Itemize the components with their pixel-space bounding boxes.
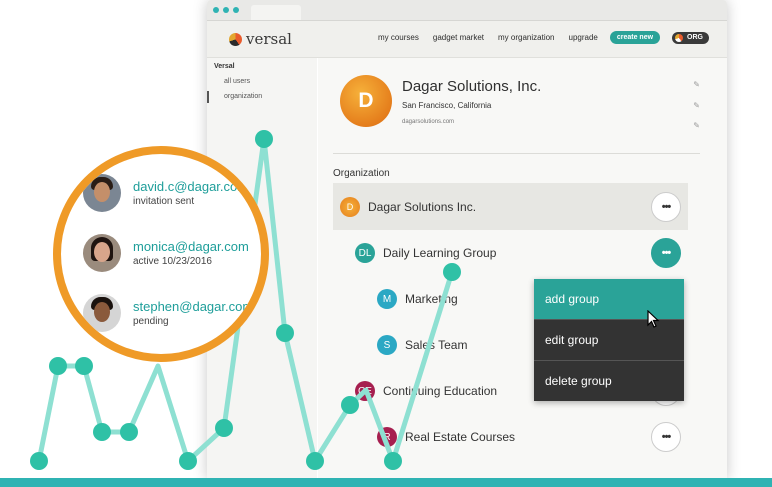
chart-point [276,324,294,342]
chart-point [384,452,402,470]
user-status: pending [133,316,169,327]
bottom-accent-bar [0,478,772,487]
user-email: monica@dagar.com [133,239,249,254]
chart-point [49,357,67,375]
chart-point [30,452,48,470]
chart-point [306,452,324,470]
user-avatar [83,294,121,332]
user-status: invitation sent [133,196,195,207]
user-row-david[interactable]: david.c@dagar.com invitation sent [83,174,248,212]
chart-point [215,419,233,437]
group-context-menu: add group edit group delete group [534,279,684,401]
user-magnifier: david.c@dagar.com invitation sent monica… [53,146,269,362]
user-email: david.c@dagar.com [133,179,249,194]
cursor-icon [647,310,660,328]
chart-point [120,423,138,441]
user-status: active 10/23/2016 [133,256,212,267]
user-avatar [83,234,121,272]
menu-edit-group[interactable]: edit group [534,319,684,360]
user-avatar [83,174,121,212]
user-email: stephen@dagar.com [133,299,254,314]
chart-point [93,423,111,441]
user-row-monica[interactable]: monica@dagar.com active 10/23/2016 [83,234,249,272]
menu-delete-group[interactable]: delete group [534,360,684,401]
chart-point [179,452,197,470]
chart-point [75,357,93,375]
menu-add-group[interactable]: add group [534,279,684,319]
chart-point [255,130,273,148]
chart-point [443,263,461,281]
user-row-stephen[interactable]: stephen@dagar.com pending [83,294,253,332]
chart-point [341,396,359,414]
